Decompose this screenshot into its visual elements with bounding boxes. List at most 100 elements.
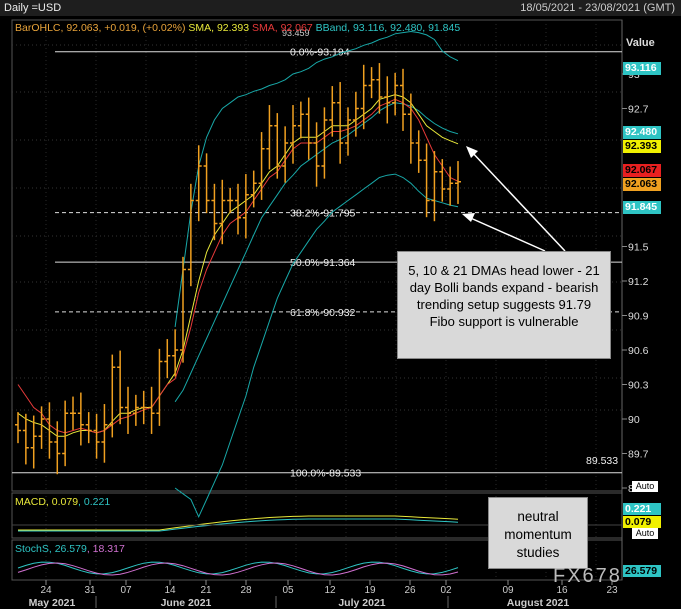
ohlc-bar xyxy=(70,396,76,430)
sma-red-line xyxy=(17,98,459,434)
ohlc-bar xyxy=(423,143,430,218)
ohlc-bar xyxy=(439,159,446,202)
ohlc-bar xyxy=(164,339,171,379)
ohlc-bar xyxy=(242,174,249,239)
price-tick-label: 91.2 xyxy=(628,276,649,288)
day-tick-label: 02 xyxy=(440,585,452,596)
ohlc-bar xyxy=(455,161,461,204)
analysis-callout: 5, 10 & 21 DMAs head lower - 21 day Boll… xyxy=(397,251,611,359)
day-tick-label: 28 xyxy=(240,585,252,596)
ohlc-bar xyxy=(384,76,391,124)
ohlc-bar xyxy=(431,151,438,222)
ohlc-bar xyxy=(172,329,179,377)
macd-auto-scale-button[interactable]: Auto xyxy=(632,528,658,539)
ohlc-bar xyxy=(235,183,241,235)
price-tick-label: 90.3 xyxy=(628,380,649,392)
day-tick-label: 24 xyxy=(40,585,52,596)
day-tick-label: 31 xyxy=(84,585,96,596)
price-tick-label: 92.7 xyxy=(628,104,649,116)
macd-name: MACD xyxy=(15,496,46,508)
ohlc-bar xyxy=(140,390,147,425)
ohlc-bar xyxy=(400,68,406,131)
ohlc-bar xyxy=(290,105,296,164)
ohlc-bar xyxy=(156,348,163,426)
legend-sma-slow: SMA, 92.393 xyxy=(188,22,250,34)
day-tick-label: 09 xyxy=(502,585,514,596)
price-tag: 91.845 xyxy=(623,201,661,214)
price-tick-label: 90.6 xyxy=(628,345,649,357)
ohlc-bar xyxy=(392,72,399,116)
arrow-line-lower xyxy=(465,215,546,252)
legend-barohlc: BarOHLC, 92.063, +0.019, (+0.02%) xyxy=(15,22,186,34)
legend-bband: BBand, 93.116, 92.480, 91.845 xyxy=(315,22,461,34)
fibo-label-2: 50.0%-91.364 xyxy=(290,257,356,269)
day-tick-label: 07 xyxy=(120,585,132,596)
ohlc-bar xyxy=(258,132,265,200)
ohlc-bar xyxy=(38,406,45,449)
stoch-legend: StochS, 26.579, 18.317 xyxy=(15,543,125,555)
day-tick-label: 21 xyxy=(200,585,212,596)
ohlc-bar xyxy=(125,386,131,434)
ohlc-bar xyxy=(352,91,359,137)
day-tick-label: 12 xyxy=(324,585,336,596)
ohlc-bar xyxy=(22,413,29,465)
ohlc-bar xyxy=(93,413,100,459)
macd-legend: MACD, 0.079, 0.221 xyxy=(15,496,111,508)
chart-header-bar: Daily =USD 18/05/2021 - 23/08/2021 (GMT) xyxy=(0,0,681,16)
ohlc-bar xyxy=(227,187,234,214)
stoch-name: StochS xyxy=(15,543,49,555)
ohlc-bar xyxy=(62,400,69,467)
watermark-logo: FX678 xyxy=(553,565,622,587)
date-range: 18/05/2021 - 23/08/2021 (GMT) xyxy=(520,2,675,14)
fibo-label-4: 100.0%-89.533 xyxy=(290,468,361,480)
ohlc-bar xyxy=(447,166,454,206)
ohlc-bar xyxy=(77,392,84,446)
ohlc-bar xyxy=(282,126,289,183)
ohlc-bar xyxy=(407,93,414,164)
ohlc-bar xyxy=(250,170,257,208)
stoch-value-1: 26.579 xyxy=(54,543,87,555)
macd-tag: 0.079 xyxy=(623,516,661,528)
ohlc-bar xyxy=(297,101,304,139)
ohlc-bar xyxy=(313,122,320,187)
day-tick-label: 26 xyxy=(404,585,416,596)
ohlc-bar xyxy=(46,402,53,459)
ohlc-bar xyxy=(337,82,344,164)
ohlc-bar xyxy=(415,130,422,173)
ohlc-bar xyxy=(360,64,367,130)
stoch-value-2: 18.317 xyxy=(92,543,125,555)
price-tag: 93.116 xyxy=(623,62,661,75)
month-label: June 2021 xyxy=(161,597,212,609)
ohlc-bar xyxy=(266,105,273,170)
macd-value-1: 0.079 xyxy=(51,496,79,508)
price-tick-label: 91.5 xyxy=(628,242,649,254)
time-axis: 24 31 07 14 21 28 05 12 19 26 02 09 16 23May 2021 June… xyxy=(29,580,618,609)
day-tick-label: 14 xyxy=(164,585,176,596)
ohlc-bar xyxy=(109,354,116,438)
price-tick-label: 89.7 xyxy=(628,449,649,461)
ohlc-bar xyxy=(101,404,108,463)
day-tick-label: 19 xyxy=(364,585,376,596)
month-label: May 2021 xyxy=(29,597,76,609)
chart-title: Daily =USD xyxy=(4,2,62,14)
ohlc-bar xyxy=(219,179,226,245)
macd-tag: 0.221 xyxy=(623,503,661,515)
value-header: Value xyxy=(626,37,655,49)
price-tag: 92.067 xyxy=(623,164,661,177)
price-tick-label: 90.9 xyxy=(628,311,649,323)
macd-value-2: 0.221 xyxy=(83,496,111,508)
fibo-label-1: 38.2%-91.795 xyxy=(290,208,356,220)
arrow-head-lower xyxy=(462,213,475,222)
ohlc-bar xyxy=(305,97,312,160)
price-tag: 92.480 xyxy=(623,126,661,139)
day-tick-label: 05 xyxy=(282,585,294,596)
sma-yellow-line xyxy=(17,94,459,437)
ohlc-bar xyxy=(148,386,155,434)
auto-scale-button[interactable]: Auto xyxy=(632,481,658,492)
moving-averages xyxy=(17,94,459,437)
ohlc-bar xyxy=(203,153,210,214)
ohlc-bar xyxy=(376,63,383,114)
price-tag: 92.063 xyxy=(623,178,661,191)
ohlc-bar xyxy=(15,412,21,444)
ohlc-bar xyxy=(85,412,92,444)
